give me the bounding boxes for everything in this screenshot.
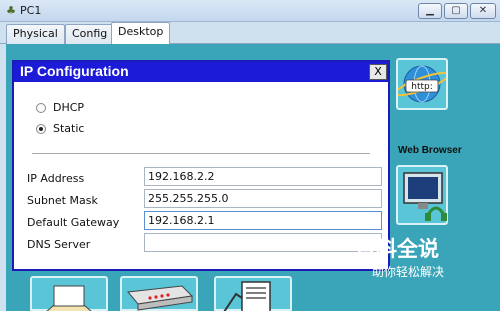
dialup-device-icon: [127, 285, 194, 311]
email-tile[interactable]: [30, 276, 108, 311]
web-browser-tile[interactable]: http:: [394, 58, 450, 110]
watermark-title: 百科全说: [355, 237, 439, 261]
subnet-mask-label: Subnet Mask: [27, 194, 98, 207]
minimize-button[interactable]: ▁: [418, 3, 442, 19]
default-gateway-field[interactable]: [144, 211, 382, 230]
http-globe-icon: http:: [394, 65, 450, 103]
dialog-title: IP Configuration: [20, 63, 129, 79]
dialog-titlebar: IP Configuration X: [14, 62, 388, 82]
tab-config[interactable]: Config: [65, 24, 115, 44]
dns-server-field[interactable]: [144, 233, 382, 252]
close-window-button[interactable]: ✕: [470, 3, 496, 19]
document-icon: [223, 281, 271, 311]
computer-tile[interactable]: [396, 165, 448, 225]
maximize-button[interactable]: ▢: [444, 3, 468, 19]
pc-app-icon: ♣: [6, 4, 16, 17]
tab-physical[interactable]: Physical: [6, 24, 65, 44]
dns-server-label: DNS Server: [27, 238, 91, 251]
window-titlebar: ♣ PC1 ▁ ▢ ✕: [0, 0, 500, 22]
dialog-close-button[interactable]: X: [369, 64, 387, 80]
section-divider: [32, 153, 370, 154]
static-radio[interactable]: [36, 124, 46, 134]
tab-desktop[interactable]: Desktop: [111, 22, 171, 44]
dhcp-label: DHCP: [53, 101, 85, 114]
monitor-headset-icon: [403, 172, 447, 221]
tab-bar: Physical Config Desktop: [0, 22, 500, 44]
window-title: PC1: [20, 4, 42, 17]
ip-address-label: IP Address: [27, 172, 85, 185]
router-tile[interactable]: [120, 276, 198, 311]
ip-address-field[interactable]: [144, 167, 382, 186]
watermark-subtitle: 助你轻松解决: [372, 265, 444, 279]
default-gateway-label: Default Gateway: [27, 216, 120, 229]
envelope-icon: [46, 285, 92, 311]
ip-configuration-dialog: IP Configuration X DHCP Static IP Addres…: [12, 60, 390, 271]
text-editor-tile[interactable]: [214, 276, 292, 311]
web-browser-label[interactable]: Web Browser: [398, 145, 462, 156]
watermark-logo: 百科全说 助你轻松解决: [355, 237, 444, 279]
static-label: Static: [53, 122, 85, 135]
watermark-overlay: 百科全说 助你轻松解决: [350, 232, 460, 284]
dhcp-radio[interactable]: [36, 103, 46, 113]
http-text: http:: [411, 82, 433, 92]
subnet-mask-field[interactable]: [144, 189, 382, 208]
